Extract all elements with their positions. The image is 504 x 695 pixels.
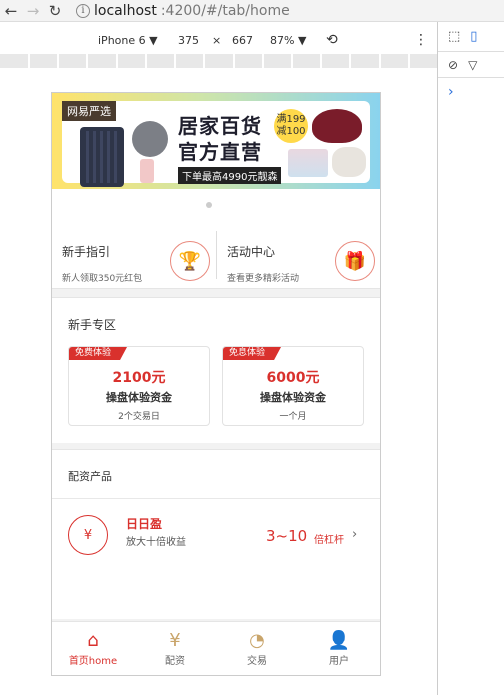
filter-icon[interactable]: ▽ — [468, 58, 477, 72]
banner-title-line1: 居家百货 — [178, 114, 262, 138]
card-name: 操盘体验资金 — [106, 391, 172, 404]
reload-icon[interactable]: ↻ — [44, 0, 66, 22]
trial-card-interest-free[interactable]: 免息体验 6000元 操盘体验资金 一个月 — [222, 346, 364, 426]
guide-subtitle: 查看更多精彩活动 — [227, 274, 300, 284]
leverage-range: 3~10 — [266, 527, 308, 545]
devtools-panel: ⬚ ▯ ⊘ ▽ › — [437, 22, 504, 695]
ticket-yen-icon: ¥ — [68, 515, 108, 555]
carousel-dot[interactable] — [206, 202, 212, 208]
pot-image — [312, 109, 362, 143]
products-section: 配资产品 ¥ 日日盈 放大十倍收益 3~10 倍杠杆 › — [52, 449, 380, 619]
bottom-tab-bar: ⌂ 首页home ¥ 配资 ◔ 交易 👤 用户 — [52, 621, 380, 675]
more-options-icon[interactable]: ⋮ — [414, 32, 428, 48]
tab-financing[interactable]: ¥ 配资 — [134, 622, 216, 675]
suitcase-image — [80, 127, 124, 187]
address-bar[interactable]: i localhost:4200/#/tab/home — [76, 2, 290, 20]
browser-toolbar: ← → ↻ i localhost:4200/#/tab/home — [0, 0, 504, 22]
pie-chart-icon: ◔ — [249, 630, 265, 651]
zoom-select[interactable]: 87% ▼ — [270, 34, 306, 47]
guide-title: 新手指引 — [62, 245, 111, 259]
banner-card: 网易严选 居家百货 官方直营 下单最高4990元靓森 满199减100 — [62, 101, 370, 187]
back-arrow-icon[interactable]: ← — [0, 0, 22, 22]
rotate-icon[interactable]: ⟲ — [326, 32, 338, 48]
device-mode-icon[interactable]: ▯ — [470, 29, 477, 44]
card-amount: 2100元 — [112, 370, 166, 386]
card-duration: 2个交易日 — [118, 412, 160, 422]
tab-label: 配资 — [165, 656, 185, 667]
dimension-separator: × — [212, 33, 222, 47]
slippers-image — [332, 147, 366, 177]
inspect-icon[interactable]: ⬚ — [448, 29, 460, 44]
yen-circle-icon: ¥ — [169, 630, 181, 651]
card-tag: 免息体验 — [223, 347, 282, 360]
tab-home[interactable]: ⌂ 首页home — [52, 622, 134, 675]
tab-user[interactable]: 👤 用户 — [298, 622, 380, 675]
device-toolbar: iPhone 6 ▼ 375 × 667 87% ▼ ⟲ ⋮ — [0, 28, 437, 52]
card-duration: 一个月 — [279, 412, 307, 422]
media-query-ruler[interactable] — [0, 54, 438, 70]
mobile-viewport: 网易严选 居家百货 官方直营 下单最高4990元靓森 满199减100 新手指引… — [51, 92, 381, 676]
gift-icon: 🎁 — [335, 241, 375, 281]
device-width[interactable]: 375 — [178, 34, 199, 47]
card-tag: 免费体验 — [69, 347, 128, 360]
card-name: 操盘体验资金 — [260, 391, 326, 404]
user-icon: 👤 — [327, 630, 351, 651]
card-amount: 6000元 — [266, 370, 320, 386]
guide-title: 活动中心 — [227, 245, 276, 259]
newbie-zone: 新手专区 免费体验 2100元 操盘体验资金 2个交易日 免息体验 6000元 … — [52, 297, 380, 443]
home-icon: ⌂ — [87, 630, 99, 651]
url-host: localhost — [94, 2, 157, 19]
info-icon[interactable]: i — [76, 3, 90, 18]
promo-banner[interactable]: 网易严选 居家百货 官方直营 下单最高4990元靓森 满199减100 — [52, 93, 380, 189]
leverage-unit: 倍杠杆 — [314, 535, 344, 546]
chevron-right-icon: › — [352, 527, 358, 542]
console-prompt-icon[interactable]: › — [438, 78, 504, 100]
forward-arrow-icon[interactable]: → — [22, 0, 44, 22]
banner-title-line2: 官方直营 — [178, 140, 262, 164]
towels-image — [288, 149, 328, 177]
product-name: 日日盈 — [126, 517, 163, 531]
tab-trade[interactable]: ◔ 交易 — [216, 622, 298, 675]
guide-section: 新手指引 新人领取350元红包 🏆 活动中心 查看更多精彩活动 🎁 — [52, 219, 380, 289]
guide-subtitle: 新人领取350元红包 — [62, 274, 143, 284]
trophy-icon: 🏆 — [170, 241, 210, 281]
banner-subtitle: 下单最高4990元靓森 — [178, 167, 282, 184]
banner-title: 居家百货 官方直营 — [178, 113, 262, 165]
tab-label: 用户 — [329, 656, 349, 667]
product-row[interactable]: ¥ 日日盈 放大十倍收益 3~10 倍杠杆 › — [52, 499, 380, 575]
section-title: 新手专区 — [68, 318, 117, 332]
device-select[interactable]: iPhone 6 ▼ — [98, 34, 158, 47]
product-desc: 放大十倍收益 — [126, 537, 186, 548]
trial-card-free[interactable]: 免费体验 2100元 操盘体验资金 2个交易日 — [68, 346, 210, 426]
tab-label: 首页home — [68, 656, 118, 667]
section-title: 配资产品 — [68, 470, 112, 483]
newbie-guide-card[interactable]: 新手指引 新人领取350元红包 🏆 — [52, 219, 216, 289]
url-path: :4200/#/tab/home — [160, 2, 290, 19]
device-height[interactable]: 667 — [232, 34, 253, 47]
neck-pillow-image — [132, 121, 168, 157]
clear-console-icon[interactable]: ⊘ — [448, 58, 458, 72]
device-name: iPhone 6 — [98, 33, 146, 47]
banner-logo: 网易严选 — [62, 101, 116, 121]
banner-badge: 满199减100 — [274, 109, 308, 143]
jar-image — [140, 159, 154, 183]
activity-center-card[interactable]: 活动中心 查看更多精彩活动 🎁 — [217, 219, 380, 289]
carousel-indicator — [52, 189, 380, 219]
zoom-value: 87% — [270, 33, 295, 47]
tab-label: 交易 — [247, 656, 267, 667]
